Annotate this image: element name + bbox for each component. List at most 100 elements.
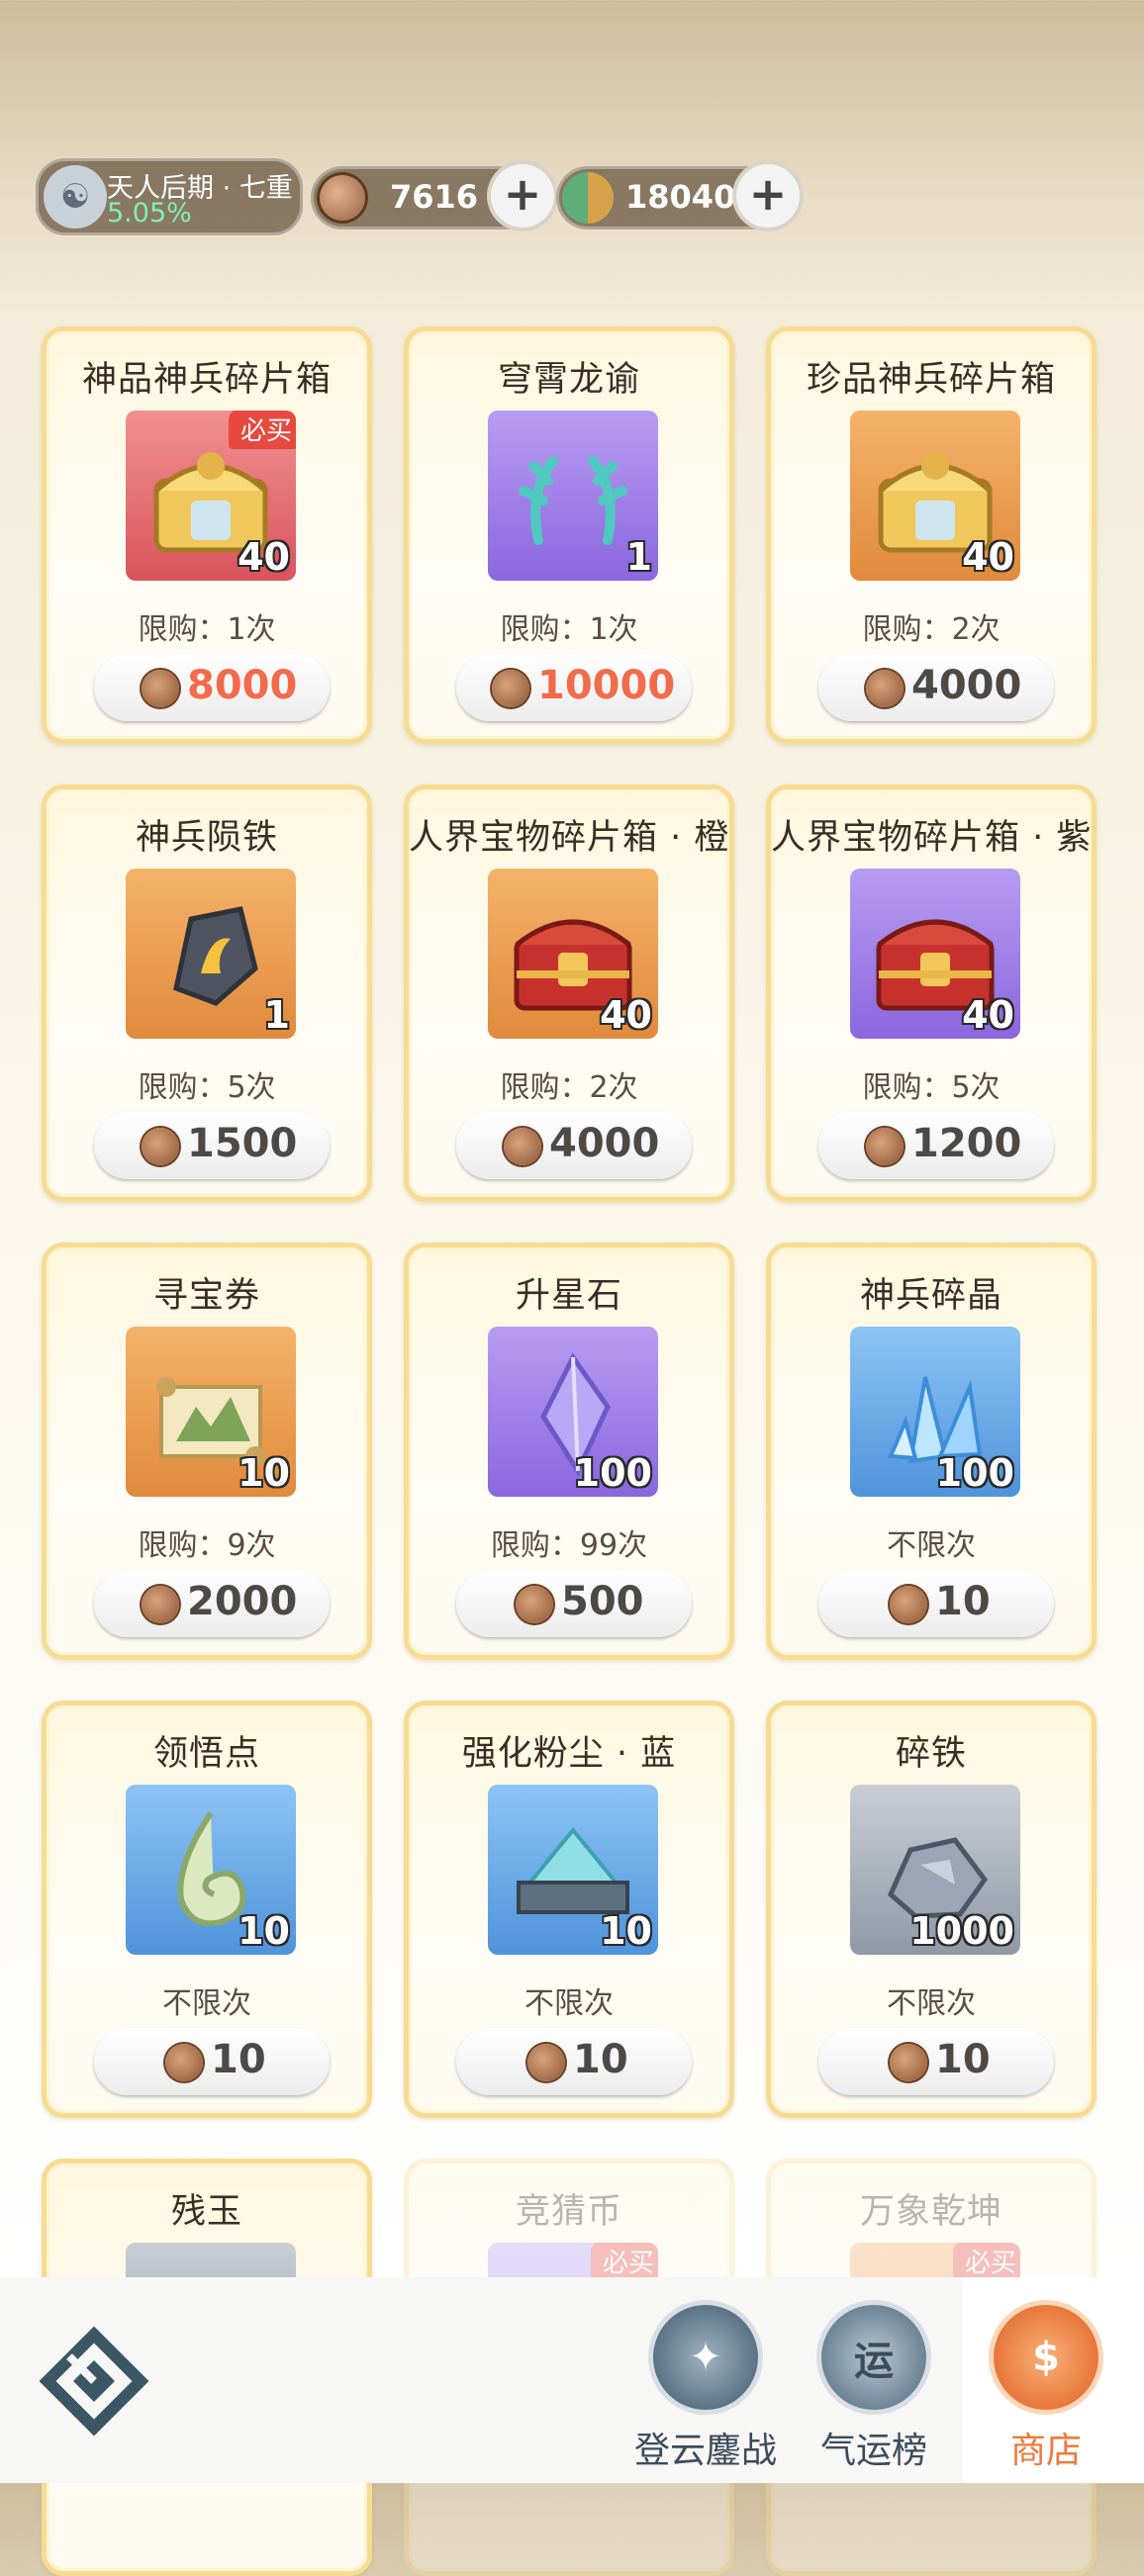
buy-button[interactable]: 2000 bbox=[94, 1570, 330, 1637]
shop-item-quantity: 100 bbox=[573, 1451, 652, 1495]
add-jade-button[interactable]: + bbox=[736, 164, 800, 228]
bronze-coin-icon bbox=[516, 1586, 553, 1623]
bronze-coin-icon bbox=[142, 1586, 179, 1623]
price-value: 8000 bbox=[187, 663, 298, 708]
shop-item-card[interactable]: 神兵碎晶 100 不限次 10 bbox=[766, 1242, 1096, 1660]
shop-item-name: 穹霄龙谕 bbox=[497, 360, 640, 400]
buy-button[interactable]: 4000 bbox=[818, 654, 1054, 721]
bottom-nav: ✦ 登云鏖战 运 气运榜 $ 商店 bbox=[0, 2277, 1144, 2483]
purchase-limit: 限购：1次 bbox=[138, 612, 276, 647]
realm-progress: 5.05% bbox=[107, 198, 192, 229]
bronze-coin-icon bbox=[165, 2044, 203, 2081]
shop-item-quantity: 10 bbox=[238, 1909, 290, 1953]
shop-item-thumbnail[interactable]: 40 bbox=[488, 869, 658, 1039]
shop-item-card[interactable]: 寻宝券 10 限购：9次 2000 bbox=[42, 1242, 372, 1660]
buy-button[interactable]: 10000 bbox=[456, 654, 692, 721]
shop-item-card[interactable]: 人界宝物碎片箱 · 橙 40 限购：2次 4000 bbox=[404, 784, 734, 1202]
purchase-limit: 不限次 bbox=[887, 1986, 976, 2021]
bronze-coin-icon bbox=[890, 2044, 927, 2081]
shop-item-thumbnail[interactable]: 40 bbox=[850, 869, 1020, 1039]
shop-item-name: 神兵陨铁 bbox=[135, 818, 278, 858]
shop-item-quantity: 1 bbox=[625, 535, 652, 579]
price-value: 4000 bbox=[549, 1121, 660, 1166]
must-buy-badge: 必买 bbox=[952, 2243, 1020, 2281]
nav-label: 商店 bbox=[1009, 2431, 1082, 2471]
shop-item-thumbnail[interactable]: 40 必买 bbox=[126, 411, 296, 581]
nav-label: 气运榜 bbox=[819, 2431, 927, 2471]
shop-item-card[interactable]: 升星石 100 限购：99次 500 bbox=[404, 1242, 734, 1660]
add-bronze-button[interactable]: + bbox=[491, 164, 554, 228]
bronze-coin-icon bbox=[866, 1128, 904, 1165]
shop-item-thumbnail[interactable]: 100 bbox=[488, 1327, 658, 1497]
buy-button[interactable]: 1200 bbox=[818, 1112, 1054, 1179]
shop-item-thumbnail[interactable]: 100 bbox=[850, 1327, 1020, 1497]
shop-item-card[interactable]: 穹霄龙谕 1 限购：1次 10000 bbox=[404, 326, 734, 744]
shop-item-thumbnail[interactable]: 1000 bbox=[850, 1785, 1020, 1955]
shop-item-thumbnail[interactable]: 10 bbox=[126, 1327, 296, 1497]
price-value: 500 bbox=[561, 1579, 644, 1624]
buy-button[interactable]: 10 bbox=[94, 2028, 330, 2095]
currency-bronze-value: 7616 bbox=[390, 178, 479, 216]
bronze-coin-icon bbox=[142, 1128, 179, 1165]
shop-item-card[interactable]: 珍品神兵碎片箱 40 限购：2次 4000 bbox=[766, 326, 1096, 744]
shop-item-name: 强化粉尘 · 蓝 bbox=[461, 1734, 677, 1774]
purchase-limit: 限购：9次 bbox=[138, 1528, 276, 1563]
shop-item-name: 神品神兵碎片箱 bbox=[81, 360, 332, 400]
shop-item-thumbnail[interactable]: 40 bbox=[850, 411, 1020, 581]
purchase-limit: 不限次 bbox=[524, 1986, 614, 2021]
shop-item-quantity: 10 bbox=[600, 1909, 652, 1953]
home-logo-icon[interactable] bbox=[40, 2327, 148, 2436]
shop-item-quantity: 1 bbox=[263, 993, 290, 1037]
currency-jade: 18040 + bbox=[556, 164, 800, 230]
shop-item-thumbnail[interactable]: 10 bbox=[488, 1785, 658, 1955]
shop-item-card[interactable]: 强化粉尘 · 蓝 10 不限次 10 bbox=[404, 1701, 734, 2118]
shop-item-name: 竞猜币 bbox=[515, 2192, 622, 2232]
trophy-badge-icon: ✦ bbox=[653, 2305, 758, 2410]
shop-item-card[interactable]: 碎铁 1000 不限次 10 bbox=[766, 1701, 1096, 2118]
shop-item-card[interactable]: 领悟点 10 不限次 10 bbox=[42, 1701, 372, 2118]
price-value: 10 bbox=[935, 2037, 991, 2082]
bronze-coin-icon bbox=[890, 1586, 927, 1623]
cultivator-avatar-icon: ☯ bbox=[44, 165, 107, 229]
nav-label: 登云鏖战 bbox=[633, 2431, 777, 2471]
shop-item-quantity: 1000 bbox=[909, 1909, 1014, 1953]
bronze-coin-icon bbox=[317, 172, 368, 224]
top-status-bar: ☯ 天人后期 · 七重 5.05% 7616 + 18040 + bbox=[0, 158, 1144, 237]
buy-button[interactable]: 4000 bbox=[456, 1112, 692, 1179]
shop-item-quantity: 40 bbox=[962, 535, 1014, 579]
nav-item-fortune-rank[interactable]: 运 气运榜 bbox=[790, 2297, 958, 2475]
nav-item-shop[interactable]: $ 商店 bbox=[962, 2297, 1130, 2475]
price-value: 10000 bbox=[537, 663, 676, 708]
fortune-icon-glyph: 运 bbox=[854, 2339, 894, 2384]
shop-item-card[interactable]: 人界宝物碎片箱 · 紫 40 限购：5次 1200 bbox=[766, 784, 1096, 1202]
buy-button[interactable]: 1500 bbox=[94, 1112, 330, 1179]
realm-badge[interactable]: ☯ 天人后期 · 七重 5.05% bbox=[36, 158, 303, 235]
must-buy-badge: 必买 bbox=[590, 2243, 658, 2281]
bronze-coin-icon bbox=[866, 670, 904, 707]
shop-item-name: 碎铁 bbox=[895, 1734, 967, 1774]
shop-item-quantity: 10 bbox=[238, 1451, 290, 1495]
shop-item-thumbnail[interactable]: 10 bbox=[126, 1785, 296, 1955]
shop-item-quantity: 40 bbox=[962, 993, 1014, 1037]
shop-item-thumbnail[interactable]: 1 bbox=[126, 869, 296, 1039]
shop-item-name: 人界宝物碎片箱 · 橙 bbox=[409, 818, 730, 858]
shop-item-card[interactable]: 神兵陨铁 1 限购：5次 1500 bbox=[42, 784, 372, 1202]
price-value: 4000 bbox=[911, 663, 1022, 708]
shop-item-name: 残玉 bbox=[170, 2192, 242, 2232]
bronze-coin-icon bbox=[142, 670, 179, 707]
fortune-scroll-icon: 运 bbox=[821, 2305, 926, 2410]
purchase-limit: 限购：2次 bbox=[862, 612, 1001, 647]
buy-button[interactable]: 10 bbox=[456, 2028, 692, 2095]
jade-qi-icon bbox=[562, 172, 614, 224]
buy-button[interactable]: 500 bbox=[456, 1570, 692, 1637]
shop-item-thumbnail[interactable]: 1 bbox=[488, 411, 658, 581]
buy-button[interactable]: 10 bbox=[818, 1570, 1054, 1637]
buy-button[interactable]: 8000 bbox=[94, 654, 330, 721]
shop-item-name: 寻宝券 bbox=[152, 1276, 260, 1316]
shop-item-card[interactable]: 神品神兵碎片箱 40 必买 限购：1次 8000 bbox=[42, 326, 372, 744]
purchase-limit: 限购：5次 bbox=[138, 1070, 276, 1105]
shop-bag-icon: $ bbox=[994, 2305, 1098, 2410]
buy-button[interactable]: 10 bbox=[818, 2028, 1054, 2095]
nav-item-climb-battle[interactable]: ✦ 登云鏖战 bbox=[621, 2297, 790, 2475]
purchase-limit: 限购：1次 bbox=[500, 612, 638, 647]
